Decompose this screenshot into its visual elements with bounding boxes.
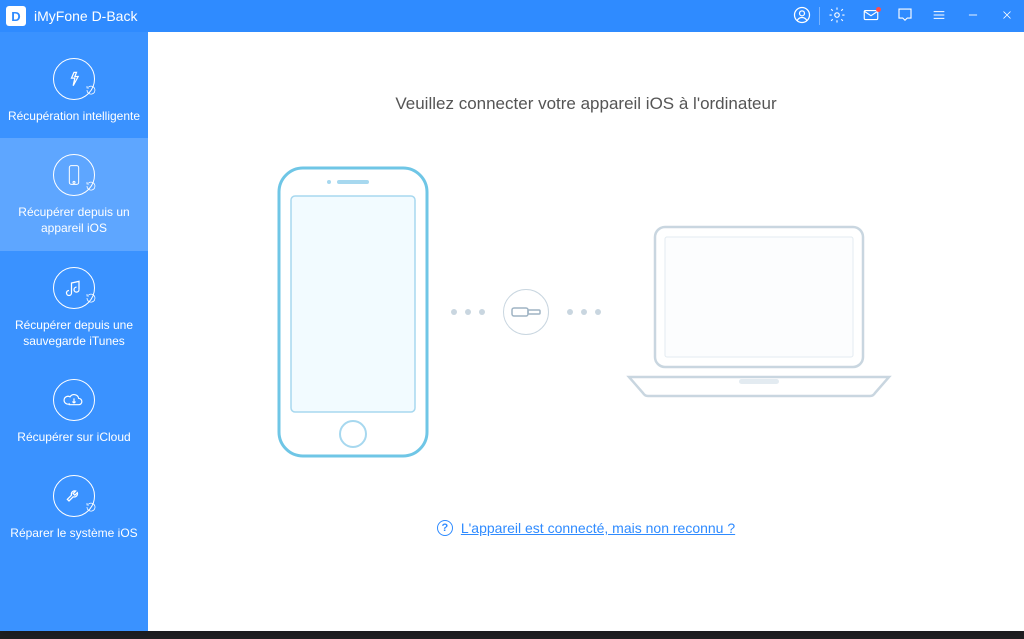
usb-plug-icon bbox=[503, 289, 549, 335]
sidebar-item-repair-ios[interactable]: Réparer le système iOS bbox=[0, 459, 148, 555]
device-not-recognized-link[interactable]: L'appareil est connecté, mais non reconn… bbox=[461, 520, 735, 536]
notification-dot bbox=[876, 7, 881, 12]
sidebar-item-label: Récupération intelligente bbox=[8, 108, 140, 124]
titlebar: D iMyFone D-Back bbox=[0, 0, 1024, 32]
hamburger-icon bbox=[931, 7, 947, 26]
phone-icon bbox=[273, 162, 433, 462]
menu-button[interactable] bbox=[922, 0, 956, 32]
sidebar-item-label: Récupérer depuis une sauvegarde iTunes bbox=[6, 317, 142, 349]
laptop-icon bbox=[619, 217, 899, 407]
wrench-refresh-icon bbox=[53, 475, 95, 517]
instruction-text: Veuillez connecter votre appareil iOS à … bbox=[395, 94, 776, 114]
sidebar-item-ios-device[interactable]: Récupérer depuis un appareil iOS bbox=[0, 138, 148, 250]
sidebar-item-icloud[interactable]: Récupérer sur iCloud bbox=[0, 363, 148, 459]
help-row: ? L'appareil est connecté, mais non reco… bbox=[437, 520, 735, 536]
help-icon: ? bbox=[437, 520, 453, 536]
mail-button[interactable] bbox=[854, 0, 888, 32]
main-content: Veuillez connecter votre appareil iOS à … bbox=[148, 32, 1024, 631]
sidebar-item-label: Réparer le système iOS bbox=[10, 525, 137, 541]
speech-bubble-icon bbox=[896, 6, 914, 27]
app-title: iMyFone D-Back bbox=[34, 8, 137, 24]
connection-dots-right bbox=[567, 309, 601, 315]
app-logo: D bbox=[6, 6, 26, 26]
app-body: Récupération intelligente Récupérer depu… bbox=[0, 32, 1024, 631]
connection-dots-left bbox=[451, 309, 485, 315]
sidebar-item-label: Récupérer depuis un appareil iOS bbox=[6, 204, 142, 236]
music-note-refresh-icon bbox=[53, 267, 95, 309]
feedback-button[interactable] bbox=[888, 0, 922, 32]
gear-icon bbox=[828, 6, 846, 27]
settings-button[interactable] bbox=[820, 0, 854, 32]
minimize-icon bbox=[966, 8, 980, 25]
sidebar: Récupération intelligente Récupérer depu… bbox=[0, 32, 148, 631]
phone-refresh-icon bbox=[53, 154, 95, 196]
account-button[interactable] bbox=[785, 0, 819, 32]
sidebar-item-smart-recovery[interactable]: Récupération intelligente bbox=[0, 42, 148, 138]
connect-illustration bbox=[273, 162, 899, 462]
sidebar-item-label: Récupérer sur iCloud bbox=[17, 429, 130, 445]
cloud-download-icon bbox=[53, 379, 95, 421]
user-circle-icon bbox=[792, 5, 812, 28]
sidebar-item-itunes-backup[interactable]: Récupérer depuis une sauvegarde iTunes bbox=[0, 251, 148, 363]
minimize-button[interactable] bbox=[956, 0, 990, 32]
close-icon bbox=[1000, 8, 1014, 25]
app-window: D iMyFone D-Back bbox=[0, 0, 1024, 631]
close-button[interactable] bbox=[990, 0, 1024, 32]
lightning-refresh-icon bbox=[53, 58, 95, 100]
